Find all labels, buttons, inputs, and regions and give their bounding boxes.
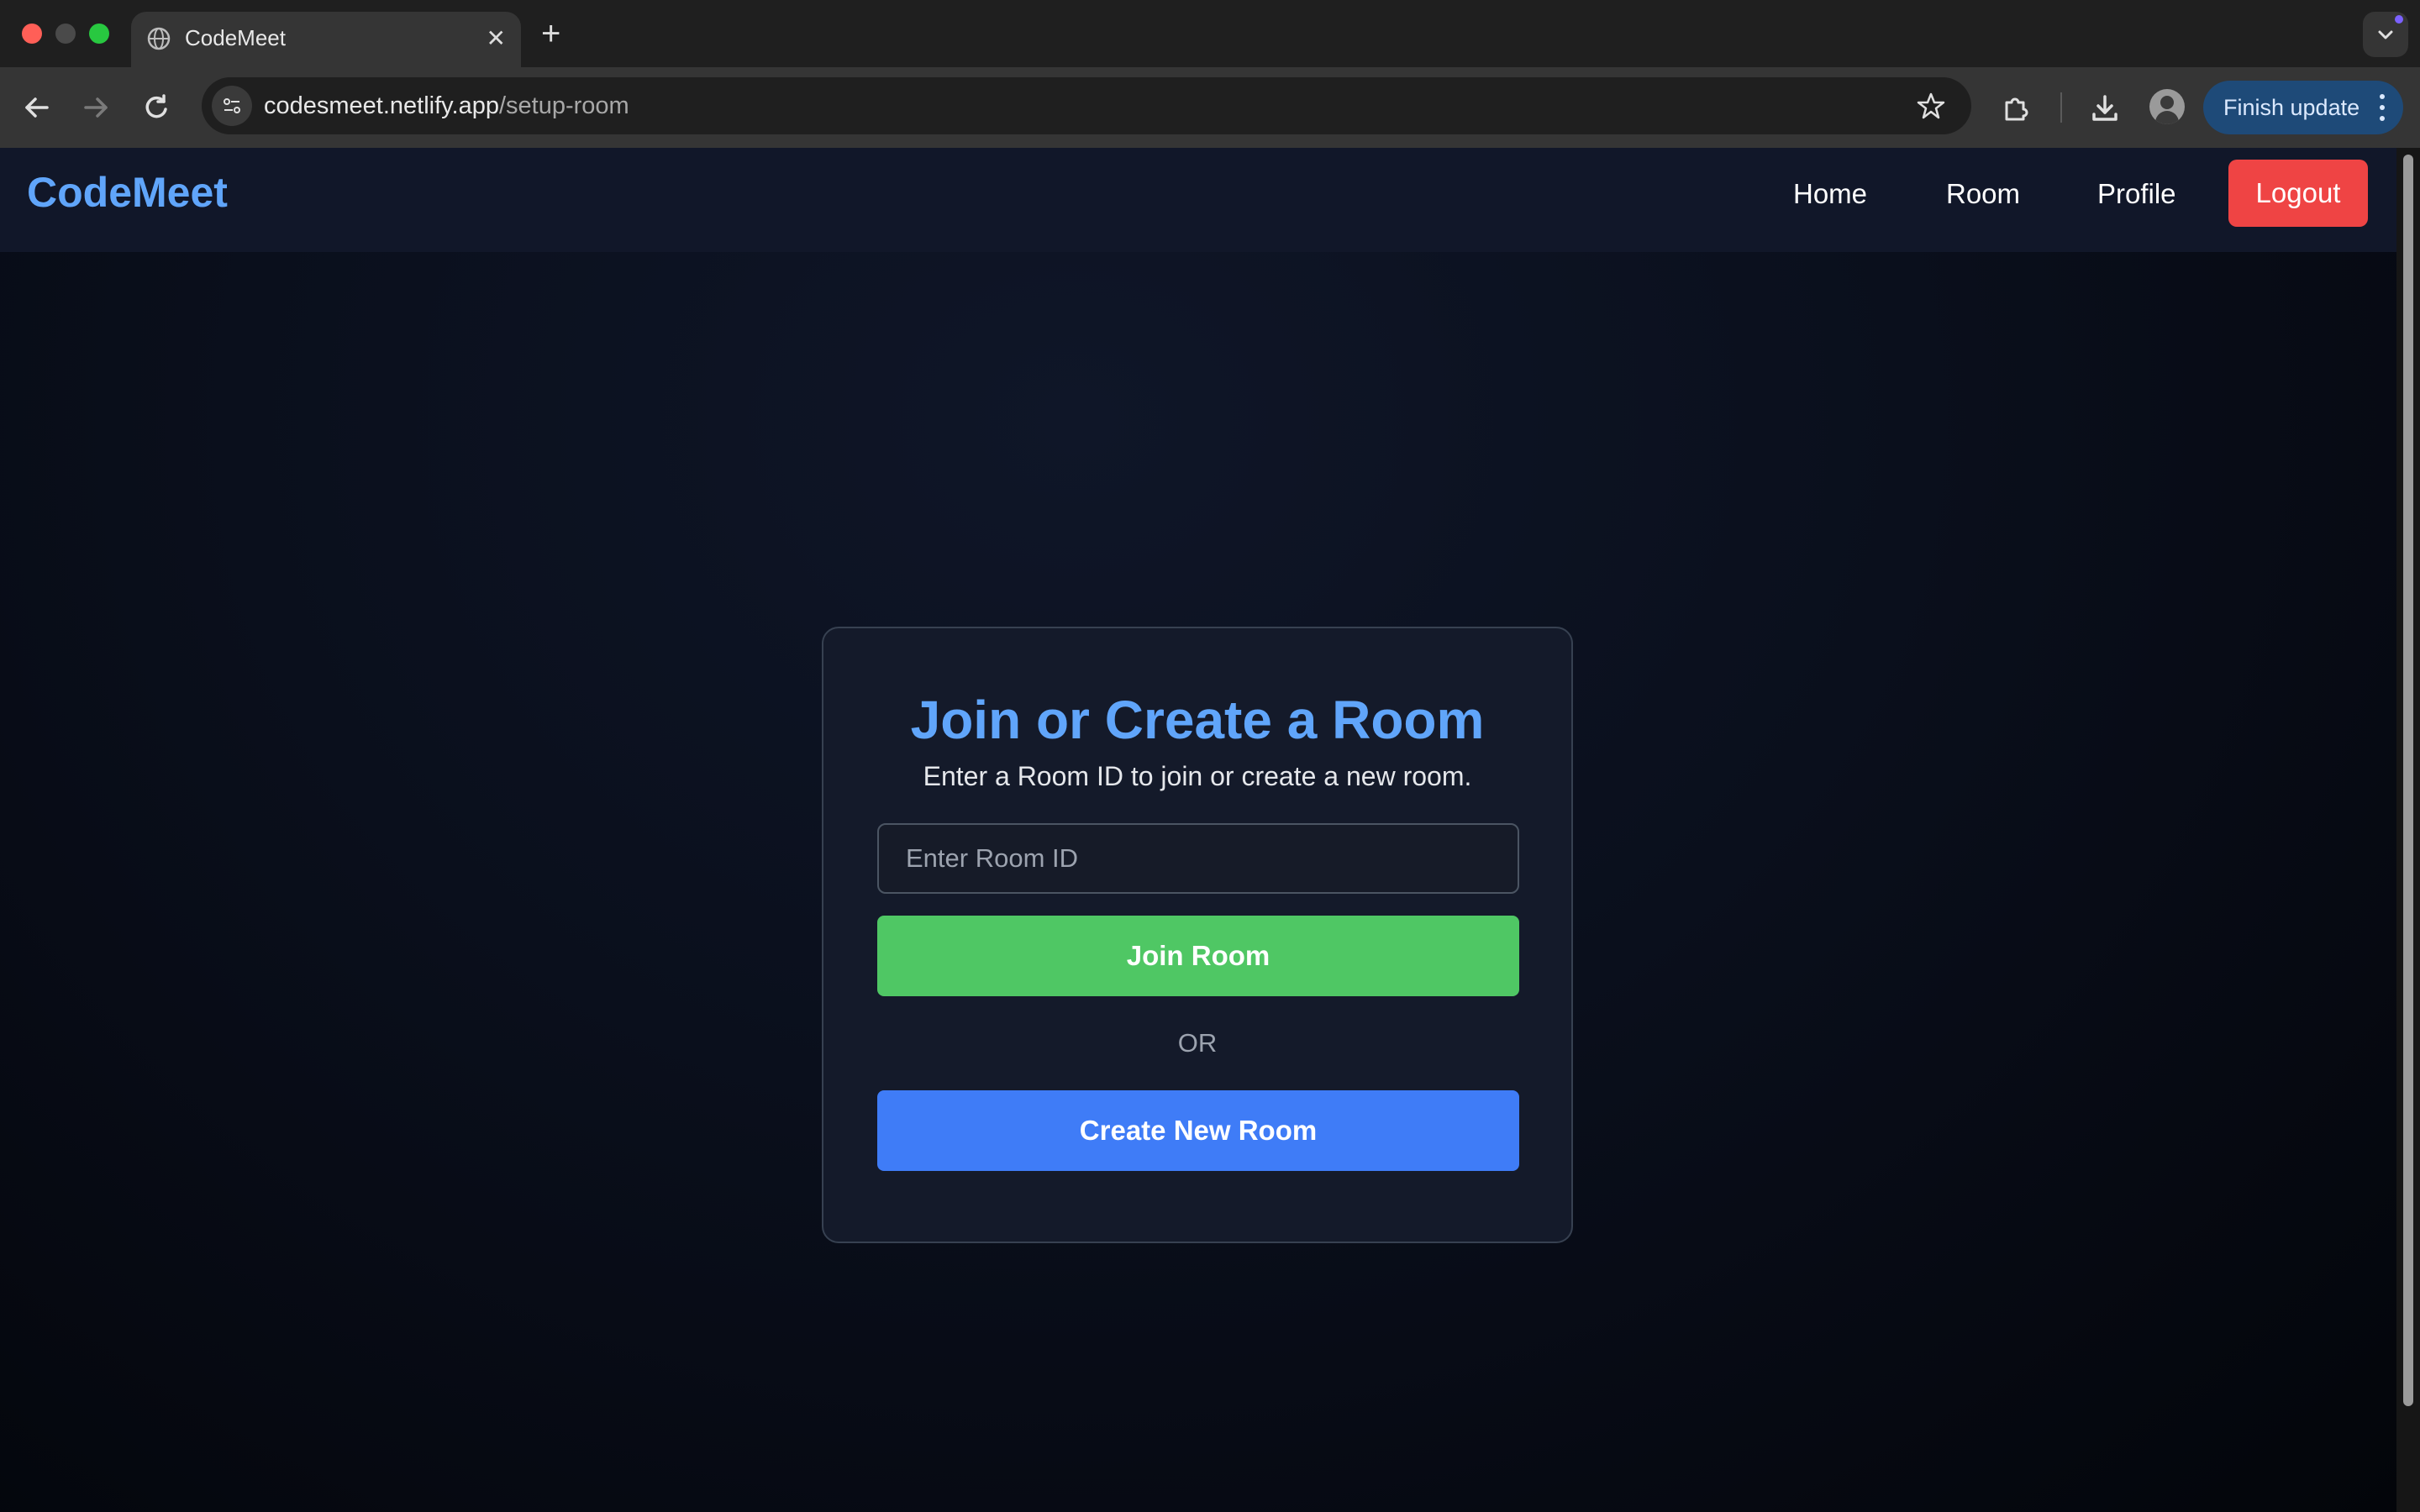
finish-update-button[interactable]: Finish update bbox=[2203, 81, 2403, 134]
room-setup-card: Join or Create a Room Enter a Room ID to… bbox=[822, 627, 1573, 1243]
notification-dot bbox=[2395, 15, 2403, 24]
close-icon[interactable]: ✕ bbox=[487, 25, 506, 52]
tab-search-button[interactable] bbox=[2363, 12, 2408, 57]
url-path: /setup-room bbox=[498, 92, 629, 119]
address-bar[interactable]: codesmeet.netlify.app/setup-room bbox=[202, 77, 1971, 134]
page-viewport: CodeMeet Home Room Profile Logout Join o… bbox=[0, 148, 2396, 1512]
page-scrollbar[interactable] bbox=[2396, 148, 2420, 1512]
tab-title: CodeMeet bbox=[185, 25, 286, 50]
reload-icon[interactable] bbox=[138, 89, 175, 126]
kebab-menu-icon bbox=[2380, 94, 2385, 121]
chevron-down-icon bbox=[2378, 30, 2393, 39]
star-icon[interactable] bbox=[1916, 91, 1946, 121]
url-host: codesmeet.netlify.app bbox=[264, 92, 499, 119]
plus-icon[interactable]: + bbox=[541, 15, 560, 52]
finish-update-label: Finish update bbox=[2223, 95, 2360, 120]
site-settings-icon[interactable] bbox=[212, 86, 252, 126]
site-navbar: CodeMeet Home Room Profile Logout bbox=[0, 148, 2396, 252]
forward-arrow-icon[interactable] bbox=[77, 89, 114, 126]
browser-tabstrip: CodeMeet ✕ + bbox=[0, 0, 2420, 67]
toolbar-divider bbox=[2060, 92, 2062, 123]
window-maximize-button[interactable] bbox=[89, 24, 109, 44]
download-icon[interactable] bbox=[2089, 92, 2121, 124]
nav-link-profile[interactable]: Profile bbox=[2097, 178, 2176, 210]
scrollbar-thumb[interactable] bbox=[2403, 155, 2413, 1406]
extensions-icon[interactable] bbox=[2000, 92, 2032, 124]
create-room-button[interactable]: Create New Room bbox=[877, 1090, 1519, 1171]
window-minimize-button[interactable] bbox=[55, 24, 76, 44]
join-room-button[interactable]: Join Room bbox=[877, 916, 1519, 996]
profile-avatar[interactable] bbox=[2149, 89, 2185, 124]
url-text: codesmeet.netlify.app/setup-room bbox=[264, 92, 629, 120]
logout-button[interactable]: Logout bbox=[2228, 160, 2368, 227]
window-close-button[interactable] bbox=[22, 24, 42, 44]
or-divider-text: OR bbox=[1177, 1028, 1218, 1058]
browser-tab[interactable]: CodeMeet ✕ bbox=[131, 12, 521, 67]
nav-link-home[interactable]: Home bbox=[1793, 178, 1867, 210]
browser-toolbar: codesmeet.netlify.app/setup-room Finish … bbox=[0, 67, 2420, 148]
card-title: Join or Create a Room bbox=[910, 690, 1485, 750]
nav-link-room[interactable]: Room bbox=[1946, 178, 2020, 210]
brand-logo[interactable]: CodeMeet bbox=[27, 168, 228, 217]
back-arrow-icon[interactable] bbox=[18, 89, 55, 126]
card-subtitle: Enter a Room ID to join or create a new … bbox=[923, 761, 1472, 791]
room-id-input[interactable] bbox=[877, 823, 1519, 894]
globe-icon bbox=[147, 27, 171, 50]
